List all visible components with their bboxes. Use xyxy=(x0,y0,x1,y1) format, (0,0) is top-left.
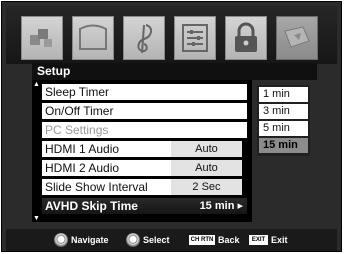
menu-item-label: Slide Show Interval xyxy=(45,180,148,194)
option-15-min[interactable]: 15 min xyxy=(259,138,308,153)
tab-setup[interactable] xyxy=(276,16,318,60)
tab-preferences[interactable] xyxy=(174,16,216,60)
hint-select-label: Select xyxy=(143,235,170,245)
scroll-up-icon[interactable]: ▲ xyxy=(33,81,40,88)
setup-icon xyxy=(284,26,310,48)
dpad-icon xyxy=(54,233,68,247)
hint-back-label: Back xyxy=(218,235,240,245)
menu-item-avhd-skip-time[interactable]: AVHD Skip Time 15 min ▸ xyxy=(42,198,247,214)
tv-menu-frame: Setup ▲ Sleep Timer On/Off Timer PC Sett… xyxy=(1,1,342,252)
music-note-icon xyxy=(137,24,152,54)
tab-audio[interactable] xyxy=(123,16,165,60)
menu-item-hdmi-2-audio[interactable]: HDMI 2 Audio xyxy=(42,160,172,176)
skip-time-options: 1 min 3 min 5 min 15 min xyxy=(257,85,310,156)
enter-button-icon xyxy=(126,233,140,247)
screen-icon xyxy=(79,24,107,50)
equalizer-icon xyxy=(182,24,208,52)
menu-title-bar: Setup xyxy=(32,63,317,80)
menu-item-on-off-timer[interactable]: On/Off Timer xyxy=(42,103,247,119)
menu-item-sleep-timer[interactable]: Sleep Timer xyxy=(42,84,247,100)
button-hint-bar: Navigate Select CH RTN Back EXIT Exit xyxy=(6,229,337,251)
tab-picture[interactable] xyxy=(21,16,63,60)
menu-item-label: HDMI 2 Audio xyxy=(45,161,120,175)
menu-item-label: PC Settings xyxy=(45,123,109,137)
scroll-down-icon[interactable]: ▼ xyxy=(33,215,40,222)
hdmi-1-audio-value[interactable]: Auto xyxy=(171,141,242,157)
hint-navigate-label: Navigate xyxy=(71,235,109,245)
menu-item-pc-settings: PC Settings xyxy=(42,122,247,138)
tab-locks[interactable] xyxy=(225,16,267,60)
menu-item-slide-show-interval[interactable]: Slide Show Interval xyxy=(42,179,172,195)
option-5-min[interactable]: 5 min xyxy=(259,121,308,136)
option-3-min[interactable]: 3 min xyxy=(259,104,308,119)
setup-menu-list: ▲ Sleep Timer On/Off Timer PC Settings H… xyxy=(32,80,252,222)
hdmi-2-audio-value[interactable]: Auto xyxy=(171,160,242,176)
ch-rtn-key-icon: CH RTN xyxy=(189,235,215,245)
menu-item-label: Sleep Timer xyxy=(45,85,110,99)
lock-icon xyxy=(235,22,257,52)
picture-icon xyxy=(30,29,52,47)
menu-item-label: HDMI 1 Audio xyxy=(45,142,120,156)
menu-tab-bar xyxy=(6,6,337,64)
tab-screen[interactable] xyxy=(72,16,114,60)
slide-show-interval-value[interactable]: 2 Sec xyxy=(171,179,242,195)
avhd-skip-time-value: 15 min ▸ xyxy=(199,200,243,212)
hint-exit-label: Exit xyxy=(271,235,288,245)
menu-title: Setup xyxy=(37,64,71,78)
exit-key-icon: EXIT xyxy=(249,235,268,245)
menu-item-label: AVHD Skip Time xyxy=(45,199,138,213)
menu-item-label: On/Off Timer xyxy=(45,104,114,118)
menu-item-hdmi-1-audio[interactable]: HDMI 1 Audio xyxy=(42,141,172,157)
option-1-min[interactable]: 1 min xyxy=(259,87,308,102)
